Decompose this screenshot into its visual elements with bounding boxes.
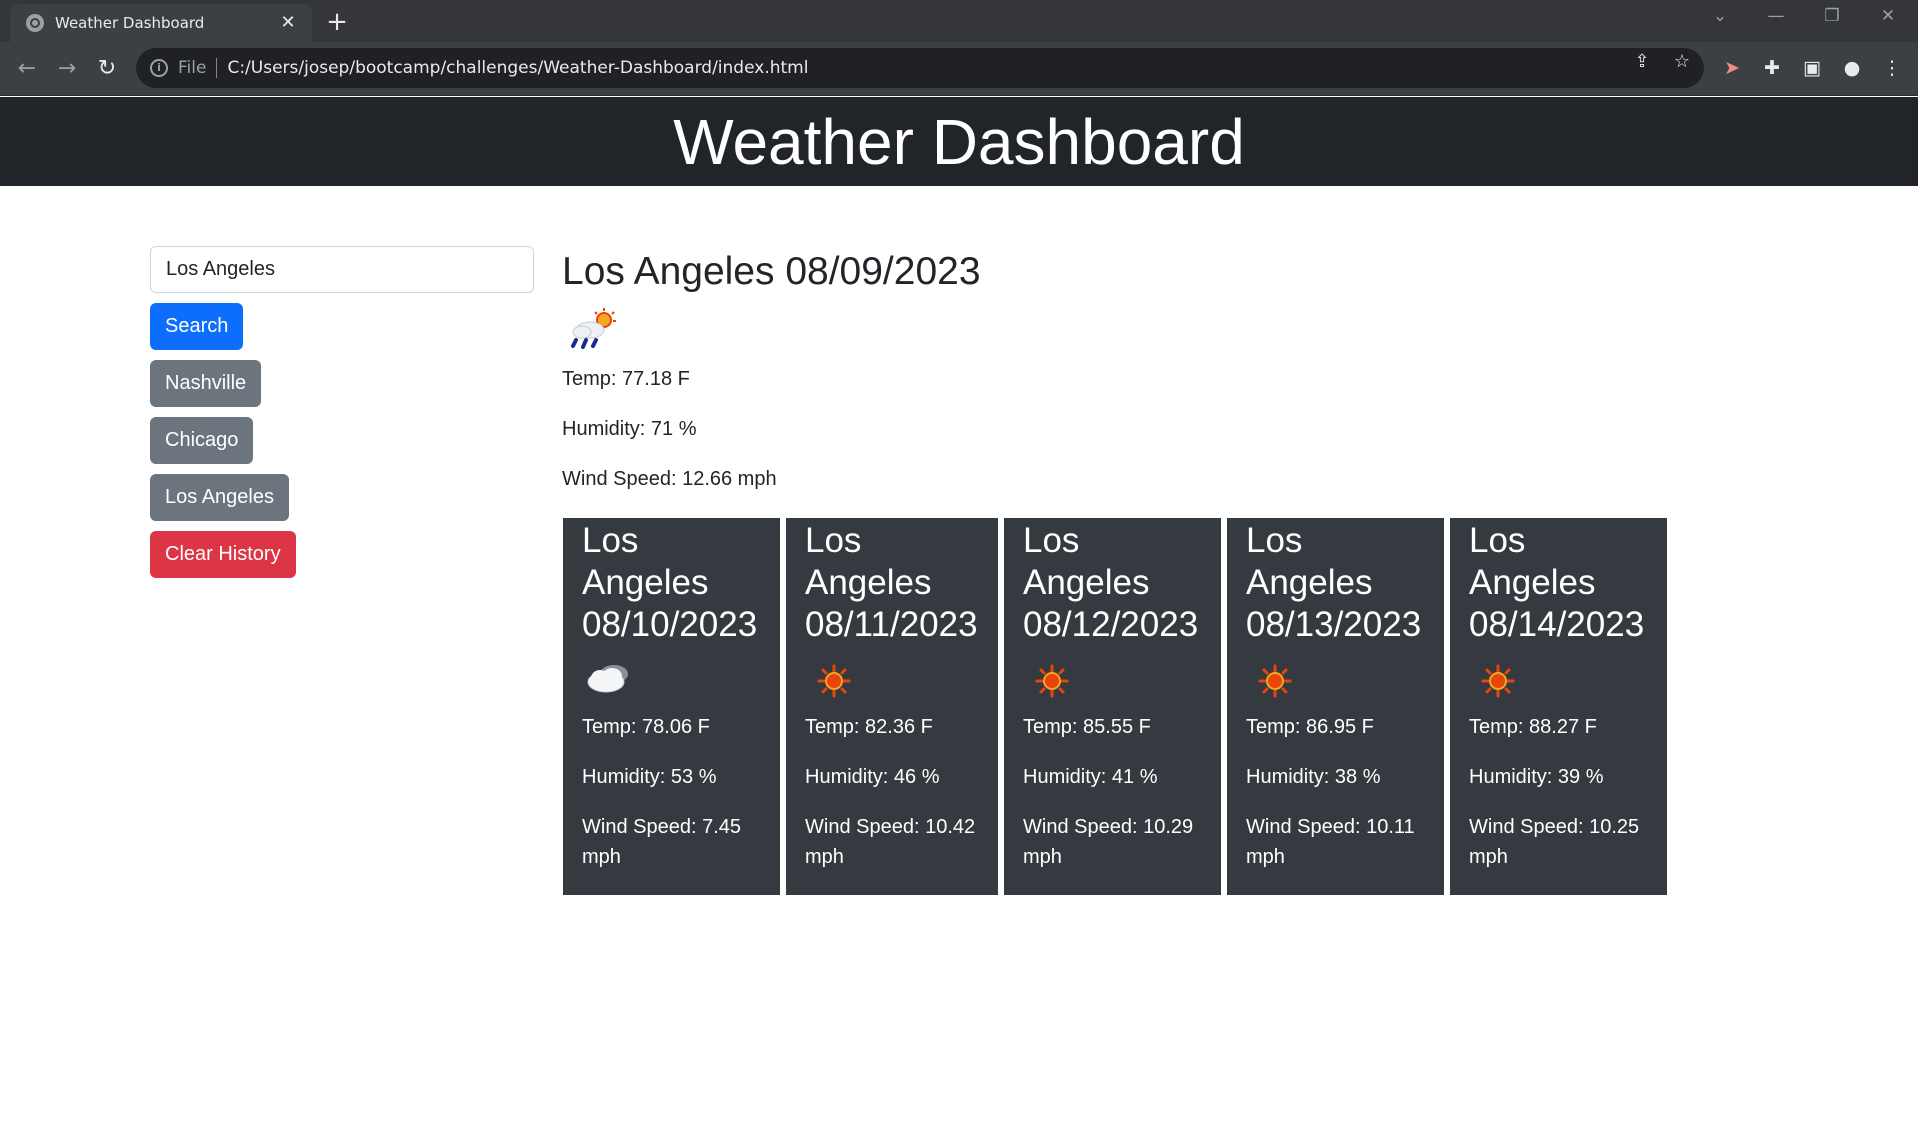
- history-button-nashville[interactable]: Nashville: [150, 360, 262, 407]
- forecast-humidity: Humidity: 41 %: [1023, 766, 1158, 788]
- forecast-date: 08/10/2023: [582, 605, 758, 644]
- forecast-heading: Los Angeles 08/13/2023: [1246, 520, 1425, 646]
- forecast-date: 08/13/2023: [1246, 605, 1422, 644]
- forecast-card: Los Angeles 08/10/2023 Temp: 78.06 F Humi…: [563, 518, 780, 895]
- extension-icon[interactable]: ➤: [1718, 54, 1746, 82]
- globe-icon: [26, 14, 44, 32]
- forecast-humidity: Humidity: 53 %: [582, 766, 717, 788]
- forecast-wind: Wind Speed: 10.11 mph: [1246, 816, 1415, 868]
- share-icon[interactable]: ⇪: [1632, 52, 1652, 72]
- page-title: Weather Dashboard: [673, 106, 1245, 178]
- history-button-chicago[interactable]: Chicago: [150, 417, 254, 464]
- forecast-city: Los Angeles: [1246, 521, 1373, 602]
- forecast-temp: Temp: 82.36 F: [805, 716, 933, 738]
- cloud-icon: [582, 654, 638, 702]
- forecast-wind: Wind Speed: 10.42 mph: [805, 816, 976, 868]
- search-button[interactable]: Search: [150, 303, 244, 350]
- sun-icon: [1246, 654, 1302, 702]
- forecast-heading: Los Angeles 08/11/2023: [805, 520, 979, 646]
- forecast-temp: Temp: 78.06 F: [582, 716, 710, 738]
- page-header: Weather Dashboard: [0, 97, 1918, 186]
- forecast-humidity: Humidity: 38 %: [1246, 766, 1381, 788]
- address-bar[interactable]: i File C:/Users/josep/bootcamp/challenge…: [136, 48, 1704, 88]
- forward-icon[interactable]: →: [52, 54, 82, 84]
- tab-title: Weather Dashboard: [55, 14, 205, 32]
- sun-icon: [1023, 654, 1079, 702]
- forecast-date: 08/14/2023: [1469, 605, 1645, 644]
- close-window-icon[interactable]: ✕: [1870, 6, 1906, 26]
- forecast-wind: Wind Speed: 7.45 mph: [582, 816, 741, 868]
- forecast-card: Los Angeles 08/11/2023 Temp: 82.36 F Humi…: [786, 518, 998, 895]
- profile-icon[interactable]: ●: [1838, 54, 1866, 82]
- forecast-city: Los Angeles: [805, 521, 932, 602]
- forecast-heading: Los Angeles 08/10/2023: [582, 520, 761, 646]
- minimize-icon[interactable]: —: [1758, 6, 1794, 26]
- sun-icon: [1469, 654, 1525, 702]
- forecast-date: 08/11/2023: [805, 605, 978, 644]
- forecast-date: 08/12/2023: [1023, 605, 1199, 644]
- url-scheme: File: [178, 58, 218, 78]
- tab-search-icon[interactable]: ⌄: [1702, 6, 1738, 26]
- forecast-humidity: Humidity: 39 %: [1469, 766, 1604, 788]
- forecast-temp: Temp: 88.27 F: [1469, 716, 1597, 738]
- forecast-wind: Wind Speed: 10.25 mph: [1469, 816, 1640, 868]
- forecast-temp: Temp: 86.95 F: [1246, 716, 1374, 738]
- history-button-los-angeles[interactable]: Los Angeles: [150, 474, 289, 521]
- reload-icon[interactable]: ↻: [92, 54, 122, 84]
- forecast-city: Los Angeles: [582, 521, 709, 602]
- forecast-wind: Wind Speed: 10.29 mph: [1023, 816, 1194, 868]
- forecast-temp: Temp: 85.55 F: [1023, 716, 1151, 738]
- bookmark-star-icon[interactable]: ☆: [1672, 52, 1692, 72]
- browser-toolbar: ← → ↻ i File C:/Users/josep/bootcamp/cha…: [0, 42, 1918, 96]
- forecast-humidity: Humidity: 46 %: [805, 766, 940, 788]
- forecast-row: Los Angeles 08/10/2023 Temp: 78.06 F Humi…: [563, 518, 1667, 895]
- current-wind: Wind Speed: 12.66 mph: [562, 468, 777, 490]
- info-icon[interactable]: i: [150, 59, 168, 77]
- city-search-input[interactable]: [150, 246, 534, 293]
- current-humidity: Humidity: 71 %: [562, 418, 697, 440]
- back-icon[interactable]: ←: [12, 54, 42, 84]
- browser-tabstrip: Weather Dashboard ✕ + ⌄ — ❐ ✕: [0, 0, 1918, 42]
- forecast-heading: Los Angeles 08/14/2023: [1469, 520, 1648, 646]
- forecast-city: Los Angeles: [1469, 521, 1596, 602]
- new-tab-button[interactable]: +: [322, 8, 352, 38]
- forecast-card: Los Angeles 08/13/2023 Temp: 86.95 F Humi…: [1227, 518, 1444, 895]
- puzzle-icon[interactable]: ✚: [1758, 54, 1786, 82]
- rain-sun-icon: [562, 304, 622, 356]
- restore-icon[interactable]: ❐: [1814, 6, 1850, 26]
- forecast-card: Los Angeles 08/14/2023 Temp: 88.27 F Humi…: [1450, 518, 1667, 895]
- search-sidebar: Search Nashville Chicago Los Angeles Cle…: [150, 246, 534, 578]
- sun-icon: [805, 654, 861, 702]
- forecast-card: Los Angeles 08/12/2023 Temp: 85.55 F Humi…: [1004, 518, 1221, 895]
- browser-tab[interactable]: Weather Dashboard ✕: [10, 4, 312, 42]
- url-text[interactable]: C:/Users/josep/bootcamp/challenges/Weath…: [227, 58, 808, 78]
- current-weather: Los Angeles 08/09/2023 Temp: 77.18 F Hum…: [562, 246, 1662, 494]
- clear-history-button[interactable]: Clear History: [150, 531, 296, 578]
- current-city-date: Los Angeles 08/09/2023: [562, 250, 981, 293]
- menu-icon[interactable]: ⋮: [1878, 54, 1906, 82]
- close-tab-icon[interactable]: ✕: [278, 13, 298, 33]
- current-temp: Temp: 77.18 F: [562, 368, 690, 390]
- side-panel-icon[interactable]: ▣: [1798, 54, 1826, 82]
- forecast-city: Los Angeles: [1023, 521, 1150, 602]
- forecast-heading: Los Angeles 08/12/2023: [1023, 520, 1202, 646]
